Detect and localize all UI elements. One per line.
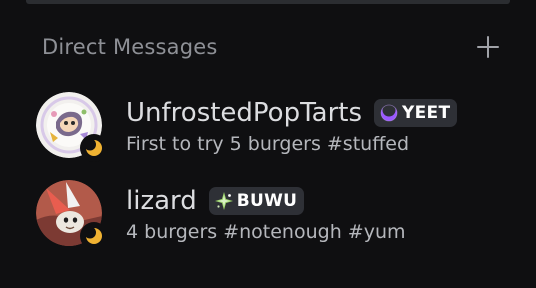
activity-text: 4 burgers #notenough #yum: [126, 221, 406, 243]
dm-info: UnfrostedPopTarts YEET First to try 5 bu…: [126, 95, 458, 155]
avatar-wrapper: [36, 180, 108, 250]
badge-text: BUWU: [236, 191, 298, 211]
dm-info: lizard BUWU 4 burgers #notenough #yum: [126, 183, 406, 243]
add-dm-button[interactable]: [474, 33, 502, 61]
dm-item-unfrostedpoptarts[interactable]: UnfrostedPopTarts YEET First to try 5 bu…: [36, 84, 516, 166]
status-idle: [80, 134, 108, 162]
name-line: UnfrostedPopTarts YEET: [126, 95, 458, 131]
top-divider: [26, 0, 510, 4]
name-line: lizard BUWU: [126, 183, 406, 219]
username: lizard: [126, 186, 197, 216]
sparkle-icon: [214, 192, 233, 210]
moon-icon: [85, 139, 102, 156]
direct-messages-title: Direct Messages: [42, 35, 218, 59]
activity-text: First to try 5 burgers #stuffed: [126, 133, 410, 155]
moon-icon: [85, 227, 102, 244]
badge-text: YEET: [402, 103, 451, 123]
clan-badge[interactable]: YEET: [374, 99, 458, 127]
username: UnfrostedPopTarts: [126, 98, 363, 128]
dm-item-lizard[interactable]: lizard BUWU 4 burgers #notenough #yum: [36, 172, 516, 254]
direct-messages-header: Direct Messages: [42, 30, 502, 64]
crescent-moon-icon: [380, 103, 398, 122]
status-idle: [80, 222, 108, 250]
avatar-wrapper: [36, 92, 108, 162]
clan-badge[interactable]: BUWU: [208, 187, 305, 215]
